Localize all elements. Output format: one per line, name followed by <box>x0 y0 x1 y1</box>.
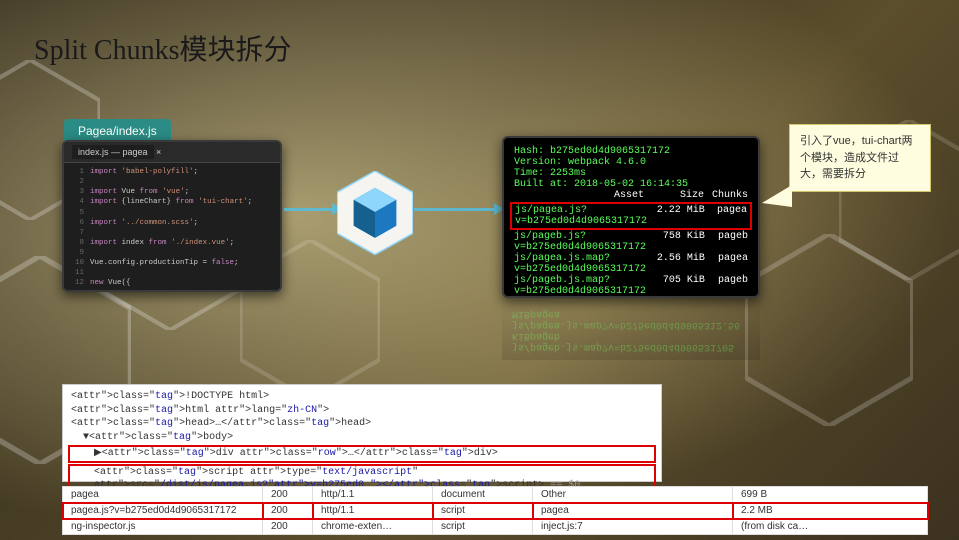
editor-tab: index.js — pagea × <box>64 142 280 163</box>
devtools-network-table: pagea200http/1.1documentOther699 Bpagea.… <box>62 486 928 535</box>
terminal-row: js/pagea.js?v=b275ed0d4d90653171722.22 M… <box>510 202 752 230</box>
webpack-logo-icon <box>337 171 413 255</box>
arrow-icon <box>414 208 496 211</box>
network-row: pagea200http/1.1documentOther699 B <box>63 487 928 503</box>
network-row: ng-inspector.js200chrome-exten…scriptinj… <box>63 519 928 535</box>
terminal-output: Hash: b275ed0d4d9065317172 Version: webp… <box>502 136 760 298</box>
network-row: pagea.js?v=b275ed0d4d9065317172200http/1… <box>63 503 928 519</box>
code-editor: index.js — pagea × 1import 'babel-polyfi… <box>62 140 282 292</box>
terminal-row: js/pagea.js.map?v=b275ed0d4d90653171722.… <box>514 253 748 275</box>
annotation-callout: 引入了vue，tui-chart两个模块，造成文件过大，需要拆分 <box>789 124 931 192</box>
slide-title: Split Chunks模块拆分 <box>34 28 291 68</box>
devtools-elements-panel: <attr">class="tag">!DOCTYPE html><attr">… <box>62 384 662 482</box>
terminal-row: js/pageb.js?v=b275ed0d4d9065317172758 Ki… <box>514 231 748 253</box>
terminal-reflection: js/pageb.js.map?v=b275ed0d4d906531705 Ki… <box>502 300 760 360</box>
arrow-icon <box>284 208 334 211</box>
terminal-row: js/pageb.js.map?v=b275ed0d4d906531717270… <box>514 275 748 297</box>
